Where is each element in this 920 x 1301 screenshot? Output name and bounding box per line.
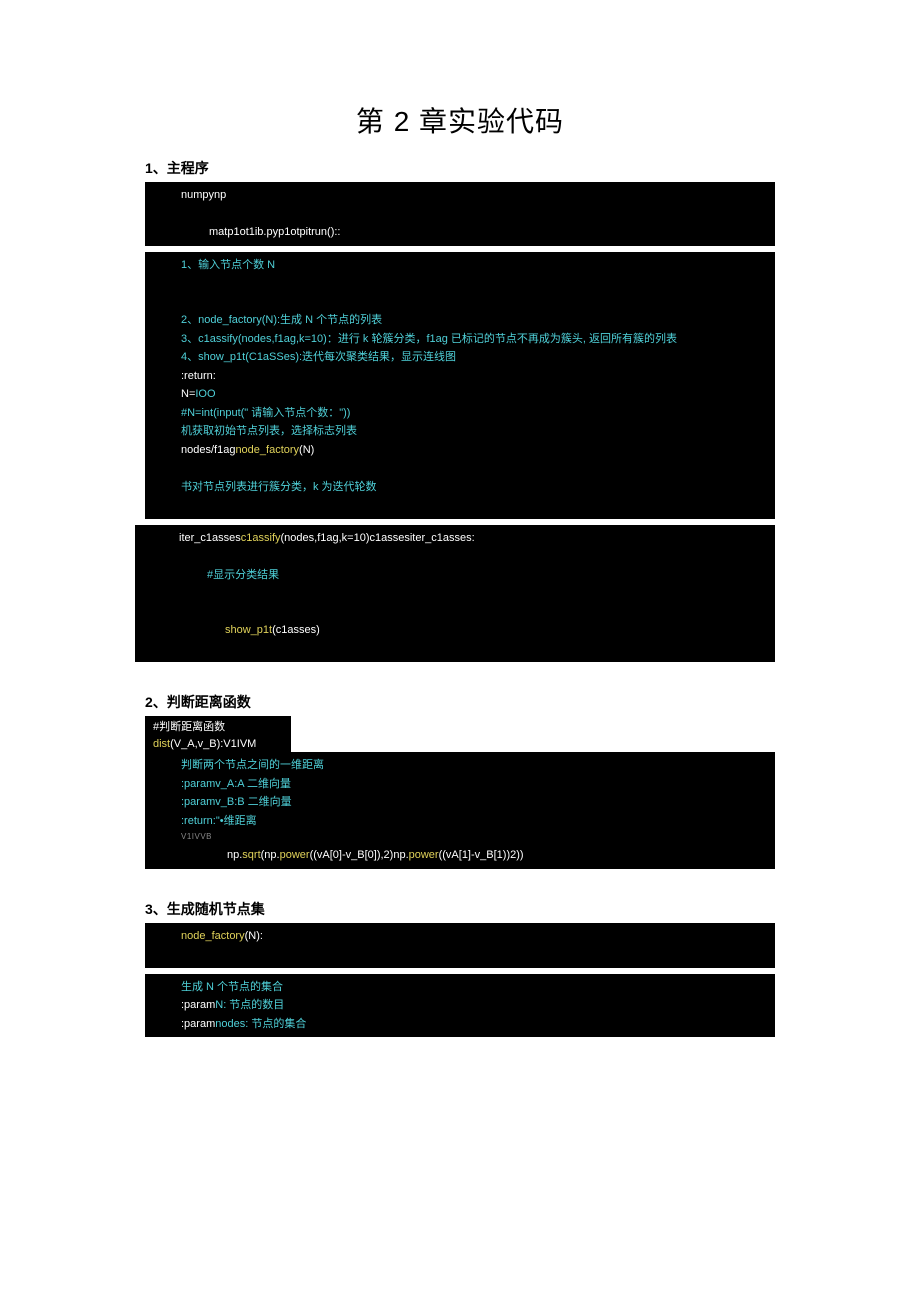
code-comment: :paramv_B:B 二维向量 — [153, 793, 767, 812]
code-line: show_p1t(c1asses) — [151, 621, 767, 640]
code-line: N=IOO — [153, 385, 767, 404]
code-text: matp1ot1ib.pyp1otpitrun():: — [209, 226, 340, 238]
code-blank — [153, 459, 767, 478]
code-blank — [153, 293, 767, 312]
code-block-3a: node_factory(N): — [145, 923, 775, 968]
code-text: nodes/f1ag — [181, 444, 235, 456]
code-line: matp1ot1ib.pyp1otpitrun():: — [153, 223, 767, 242]
code-line: np.sqrt(np.power((vA[0]-v_B[0]),2)np.pow… — [153, 846, 767, 865]
code-def: node_factory — [181, 930, 245, 942]
code-call: power — [409, 849, 439, 861]
page: 第 2 章实验代码 1、主程序 numpynp matp1ot1ib.pyp1o… — [0, 0, 920, 1301]
content-area: 第 2 章实验代码 1、主程序 numpynp matp1ot1ib.pyp1o… — [0, 0, 920, 1083]
code-text: np. — [393, 849, 408, 861]
code-text: (c1asses) — [272, 624, 320, 636]
code-comment: 4、show_p1t(C1aSSes):迭代每次聚类结果，显示连线图 — [153, 348, 767, 367]
code-call: show_p1t — [225, 624, 272, 636]
code-text: np. — [227, 849, 242, 861]
code-comment: #显示分类结果 — [151, 566, 767, 585]
section-1-heading: 1、主程序 — [145, 158, 775, 178]
code-line: numpynp — [153, 186, 767, 205]
code-comment: 生成 N 个节点的集合 — [153, 978, 767, 997]
code-inline-2: dist(V_A,v_B):V1IVM — [145, 736, 291, 752]
code-blank — [153, 496, 767, 515]
code-line: nodes/f1agnode_factory(N) — [153, 441, 767, 460]
code-comment: 1、输入节点个数 N — [153, 256, 767, 275]
section-2-heading: 2、判断距离函数 — [145, 692, 775, 712]
code-comment: 判断两个节点之间的一维距离 — [153, 756, 767, 775]
code-call: sqrt — [242, 849, 260, 861]
code-blank — [153, 205, 767, 224]
code-comment: nodes: 节点的集合 — [215, 1018, 306, 1030]
code-text: ((vA[1]-v_B[1))2)) — [439, 849, 524, 861]
code-call: c1assify — [241, 532, 281, 544]
code-text: N= — [181, 388, 195, 400]
code-comment: :paramv_A:A 二维向量 — [153, 775, 767, 794]
code-blank — [151, 584, 767, 603]
code-block-3b: 生成 N 个节点的集合 :paramN: 节点的数目 :paramnodes: … — [145, 974, 775, 1038]
code-comment: 机获取初始节点列表，选择标志列表 — [153, 422, 767, 441]
code-block-1c: iter_c1assesc1assify(nodes,f1ag,k=10)c1a… — [135, 525, 775, 663]
page-title: 第 2 章实验代码 — [145, 100, 775, 140]
code-call: node_factory — [235, 444, 299, 456]
code-comment: :return:"•维距离 — [153, 812, 767, 831]
code-text: (N): — [245, 930, 263, 942]
code-comment: 2、node_factory(N):生成 N 个节点的列表 — [153, 311, 767, 330]
code-text: :param — [181, 1018, 215, 1030]
code-blank — [151, 603, 767, 622]
code-line: node_factory(N): — [153, 927, 767, 946]
code-text: (nodes,f1ag,k=10)c1assesiter_c1asses: — [281, 532, 475, 544]
code-dim: V1IVVB — [153, 830, 767, 846]
section-3-heading: 3、生成随机节点集 — [145, 899, 775, 919]
code-text: (V_A,v_B):V1IVM — [170, 738, 256, 750]
code-comment: 3、c1assify(nodes,f1ag,k=10)：进行 k 轮簇分类，f1… — [153, 330, 767, 349]
code-comment: N: 节点的数目 — [215, 999, 284, 1011]
code-blank — [151, 640, 767, 659]
code-text: :param — [181, 999, 215, 1011]
code-line: :return: — [153, 367, 767, 386]
code-inline-1: #判断距离函数 — [145, 716, 291, 736]
code-line: :paramN: 节点的数目 — [153, 996, 767, 1015]
code-comment: 书对节点列表进行簇分类，k 为迭代轮数 — [153, 478, 767, 497]
code-text: iter_c1asses — [179, 532, 241, 544]
code-text: (np. — [261, 849, 280, 861]
code-block-1a: numpynp matp1ot1ib.pyp1otpitrun():: — [145, 182, 775, 246]
code-def: dist — [153, 738, 170, 750]
code-blank — [153, 945, 767, 964]
code-text: (N) — [299, 444, 314, 456]
code-literal: IOO — [195, 388, 215, 400]
code-line: iter_c1assesc1assify(nodes,f1ag,k=10)c1a… — [151, 529, 767, 548]
code-comment: #N=int(input(" 请输入节点个数：")) — [153, 404, 767, 423]
code-call: power — [280, 849, 310, 861]
code-block-1b: 1、输入节点个数 N 2、node_factory(N):生成 N 个节点的列表… — [145, 252, 775, 519]
code-blank — [153, 274, 767, 293]
code-line: :paramnodes: 节点的集合 — [153, 1015, 767, 1034]
code-blank — [151, 547, 767, 566]
code-text: ((vA[0]-v_B[0]),2) — [310, 849, 394, 861]
code-block-2a: 判断两个节点之间的一维距离 :paramv_A:A 二维向量 :paramv_B… — [145, 752, 775, 869]
